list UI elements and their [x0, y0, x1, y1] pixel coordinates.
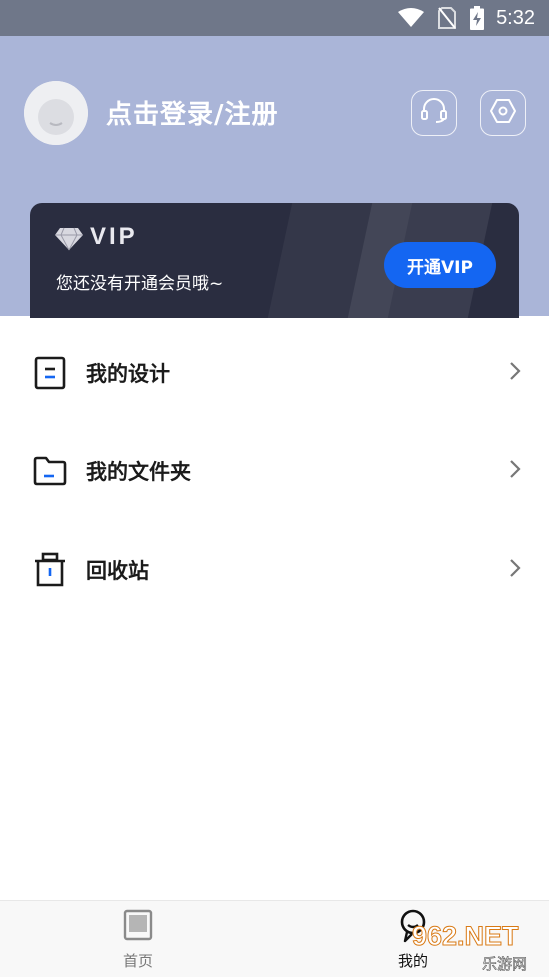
diamond-icon	[54, 227, 84, 255]
menu-item-my-designs[interactable]: 我的设计	[0, 324, 549, 422]
profile-header: 点击登录/注册 VIP 您还没有开通会员哦~ 开通VIP	[0, 36, 549, 318]
watermark-logo: 962.NET	[412, 921, 520, 952]
vip-card: VIP 您还没有开通会员哦~ 开通VIP	[30, 203, 519, 318]
settings-hexagon-icon	[489, 97, 517, 129]
menu-item-recycle-bin[interactable]: 回收站	[0, 521, 549, 619]
menu-label: 我的设计	[86, 362, 170, 386]
watermark: 962.NET 乐游网	[412, 921, 544, 974]
chevron-right-icon	[509, 361, 521, 385]
vip-title: VIP	[90, 223, 138, 250]
avatar[interactable]	[24, 81, 88, 145]
headset-icon	[420, 98, 448, 128]
bottom-tab-bar: 首页 我的 962.NET 乐游网	[0, 900, 549, 977]
chevron-right-icon	[509, 459, 521, 483]
wifi-icon	[398, 8, 425, 28]
settings-button[interactable]	[480, 90, 526, 136]
home-book-icon	[123, 909, 153, 945]
status-time: 5:32	[496, 6, 535, 29]
battery-charging-icon	[470, 6, 485, 30]
status-bar: 5:32	[0, 0, 549, 36]
tab-label: 首页	[122, 952, 153, 970]
design-doc-icon	[33, 355, 67, 391]
open-vip-button[interactable]: 开通VIP	[384, 242, 496, 288]
vip-subtitle: 您还没有开通会员哦~	[56, 274, 224, 294]
watermark-subtext: 乐游网	[482, 955, 528, 974]
customer-service-button[interactable]	[411, 90, 457, 136]
menu-item-my-folders[interactable]: 我的文件夹	[0, 422, 549, 520]
tab-home[interactable]: 首页	[88, 901, 188, 977]
no-sim-icon	[438, 7, 457, 29]
trash-icon	[33, 552, 67, 588]
chevron-right-icon	[509, 558, 521, 582]
login-register-link[interactable]: 点击登录/注册	[106, 94, 279, 131]
menu-label: 我的文件夹	[86, 460, 191, 484]
folder-icon	[33, 453, 67, 489]
menu-label: 回收站	[86, 559, 149, 583]
